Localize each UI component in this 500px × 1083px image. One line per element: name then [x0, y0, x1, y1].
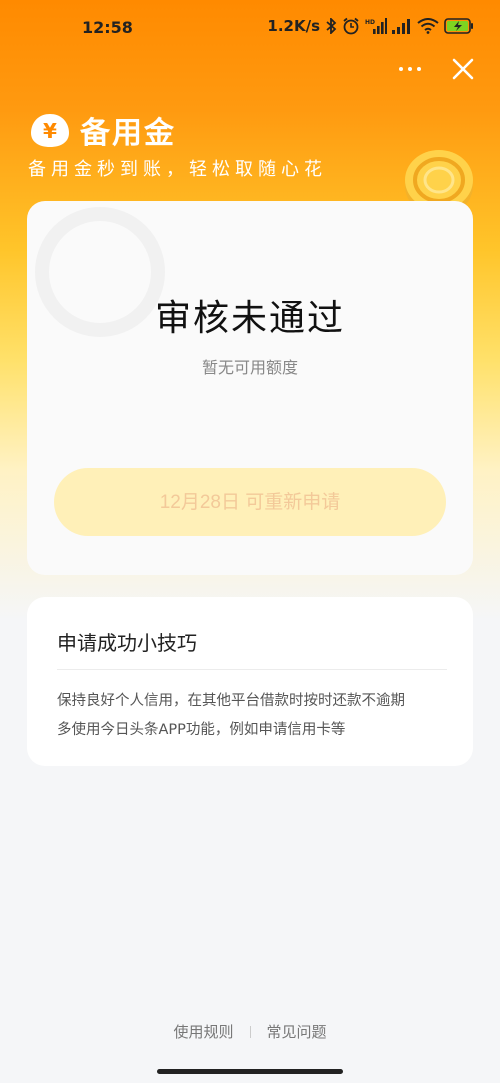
tips-card: 申请成功小技巧 保持良好个人信用，在其他平台借款时按时还款不逾期 多使用今日头条…	[27, 597, 473, 766]
status-time: 12:58	[82, 18, 133, 37]
logo-symbol: ¥	[43, 119, 57, 143]
dot-icon	[417, 67, 421, 71]
signal-icon	[392, 19, 410, 34]
wifi-icon	[417, 18, 439, 34]
hd-signal-icon: HD	[365, 18, 387, 34]
status-icons: 1.2K/s HD	[267, 17, 474, 35]
dot-icon	[408, 67, 412, 71]
tips-title: 申请成功小技巧	[57, 631, 197, 655]
brand-slogan: 备用金秒到账，轻松取随心花	[28, 159, 327, 180]
home-indicator[interactable]	[157, 1069, 343, 1074]
review-status-title: 审核未通过	[154, 298, 345, 339]
reapply-button[interactable]: 12月28日 可重新申请	[54, 468, 446, 536]
status-bar: 12:58 1.2K/s HD	[0, 0, 500, 58]
close-icon[interactable]	[448, 54, 478, 84]
credit-limit-status: 暂无可用额度	[201, 358, 298, 377]
brand-title: 备用金	[80, 116, 176, 151]
usage-rules-link[interactable]: 使用规则	[173, 1021, 233, 1042]
alarm-icon	[343, 17, 359, 35]
footer-links: 使用规则 常见问题	[0, 1021, 500, 1042]
divider	[249, 1025, 251, 1038]
tip-text: 保持良好个人信用，在其他平台借款时按时还款不逾期	[57, 693, 405, 709]
more-options-button[interactable]	[390, 54, 430, 84]
bluetooth-icon	[326, 18, 337, 34]
svg-text:HD: HD	[365, 19, 375, 26]
review-status-card: 审核未通过 暂无可用额度 12月28日 可重新申请	[27, 201, 473, 575]
divider	[57, 669, 447, 670]
faq-link[interactable]: 常见问题	[267, 1021, 327, 1042]
network-speed: 1.2K/s	[267, 17, 320, 35]
battery-charging-icon	[444, 18, 473, 34]
dot-icon	[399, 67, 403, 71]
brand: ¥ 备用金	[28, 108, 176, 152]
money-bag-logo-icon: ¥	[31, 114, 69, 147]
tip-text: 多使用今日头条APP功能，例如申请信用卡等	[57, 722, 346, 738]
